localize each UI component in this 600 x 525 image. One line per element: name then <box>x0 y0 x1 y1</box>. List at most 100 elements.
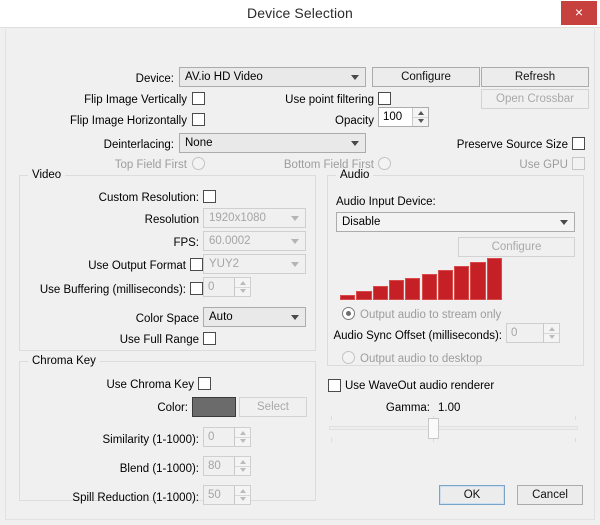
chroma-select-button: Select <box>239 397 307 417</box>
device-label: Device: <box>66 72 174 86</box>
chevron-down-icon <box>291 216 299 221</box>
audio-sync-offset-value: 0 <box>511 326 517 341</box>
blend-stepper: 80 <box>203 456 251 476</box>
color-space-select-value: Auto <box>209 310 233 325</box>
opacity-label: Opacity <box>276 114 374 128</box>
cancel-button[interactable]: Cancel <box>517 485 583 505</box>
audio-input-device-label: Audio Input Device: <box>336 195 436 209</box>
blend-decrement-icon <box>235 466 250 475</box>
fps-select: 60.0002 <box>203 231 306 251</box>
spill-increment-icon <box>235 486 250 495</box>
audio-level-bar <box>405 278 420 300</box>
chroma-color-swatch[interactable] <box>192 397 236 417</box>
chevron-down-icon <box>560 220 568 225</box>
resolution-label: Resolution <box>86 213 199 227</box>
use-point-filtering-label: Use point filtering <box>206 93 374 107</box>
buffering-decrement-icon <box>235 287 250 296</box>
close-button[interactable]: × <box>561 1 597 25</box>
slider-tick <box>575 416 576 420</box>
custom-resolution-checkbox[interactable] <box>203 190 216 203</box>
similarity-stepper: 0 <box>203 427 251 447</box>
device-select[interactable]: AV.io HD Video <box>179 67 366 87</box>
audio-level-bar <box>438 270 453 300</box>
resolution-select-value: 1920x1080 <box>209 211 266 226</box>
similarity-increment-icon <box>235 428 250 437</box>
radio-selected-dot <box>346 311 351 316</box>
dialog-body: Device: AV.io HD Video Configure Refresh… <box>5 29 595 520</box>
slider-tick <box>575 438 576 442</box>
blend-stepper-buttons <box>234 457 250 475</box>
slider-tick <box>331 438 332 442</box>
waveout-renderer-label: Use WaveOut audio renderer <box>345 379 494 393</box>
opacity-decrement-icon[interactable] <box>413 117 428 126</box>
audio-level-bar <box>373 286 388 300</box>
color-space-select[interactable]: Auto <box>203 307 306 327</box>
audio-level-bar <box>356 291 371 300</box>
opacity-stepper[interactable]: 100 <box>378 107 429 127</box>
chroma-key-group-title: Chroma Key <box>28 354 100 368</box>
similarity-value: 0 <box>208 430 214 445</box>
spill-reduction-label: Spill Reduction (1-1000): <box>46 491 199 505</box>
similarity-label: Similarity (1-1000): <box>66 433 199 447</box>
output-desktop-label: Output audio to desktop <box>360 352 482 366</box>
buffering-value: 0 <box>208 280 214 295</box>
waveout-renderer-checkbox[interactable] <box>328 379 341 392</box>
deinterlacing-label: Deinterlacing: <box>66 138 174 152</box>
bottom-field-first-radio <box>378 157 391 170</box>
use-full-range-checkbox[interactable] <box>203 332 216 345</box>
audio-level-bar <box>454 266 469 300</box>
top-field-first-radio <box>192 157 205 170</box>
title-bar: Device Selection × <box>0 0 600 28</box>
opacity-increment-icon[interactable] <box>413 108 428 117</box>
flip-vertically-checkbox[interactable] <box>192 92 205 105</box>
output-format-select-value: YUY2 <box>209 257 239 272</box>
audio-level-meter <box>340 267 502 300</box>
similarity-stepper-buttons <box>234 428 250 446</box>
fps-label: FPS: <box>96 236 199 250</box>
chevron-down-icon <box>291 315 299 320</box>
use-point-filtering-checkbox[interactable] <box>378 92 391 105</box>
audio-level-bar <box>340 295 355 300</box>
audio-group-title: Audio <box>336 168 373 182</box>
preserve-source-size-checkbox[interactable] <box>572 137 585 150</box>
preserve-source-size-label: Preserve Source Size <box>436 138 568 152</box>
use-output-format-checkbox[interactable] <box>190 258 203 271</box>
chevron-down-icon <box>351 75 359 80</box>
use-buffering-label: Use Buffering (milliseconds): <box>36 283 186 297</box>
device-selection-dialog: Device Selection × Device: AV.io HD Vide… <box>0 0 600 525</box>
refresh-button[interactable]: Refresh <box>481 67 589 87</box>
configure-button[interactable]: Configure <box>372 67 480 87</box>
buffering-stepper: 0 <box>203 277 251 297</box>
flip-horizontally-checkbox[interactable] <box>192 113 205 126</box>
open-crossbar-button: Open Crossbar <box>481 89 589 109</box>
output-stream-only-radio[interactable] <box>342 307 355 320</box>
opacity-value: 100 <box>383 110 402 125</box>
device-select-value: AV.io HD Video <box>185 70 263 85</box>
blend-increment-icon <box>235 457 250 466</box>
deinterlacing-select[interactable]: None <box>179 133 366 153</box>
audio-configure-button: Configure <box>458 237 575 257</box>
audio-input-device-select[interactable]: Disable <box>336 212 575 232</box>
gamma-slider[interactable] <box>329 415 578 443</box>
ok-button[interactable]: OK <box>439 485 505 505</box>
gamma-slider-track[interactable] <box>329 426 578 430</box>
chevron-down-icon <box>291 262 299 267</box>
window-title: Device Selection <box>0 5 600 21</box>
use-gpu-checkbox <box>572 157 585 170</box>
use-full-range-label: Use Full Range <box>86 333 199 347</box>
output-format-select: YUY2 <box>203 254 306 274</box>
close-icon: × <box>561 4 597 20</box>
use-buffering-checkbox[interactable] <box>190 282 203 295</box>
chevron-down-icon <box>291 239 299 244</box>
spill-decrement-icon <box>235 495 250 504</box>
slider-tick <box>331 416 332 420</box>
audio-level-bar <box>487 258 502 300</box>
flip-vertically-label: Flip Image Vertically <box>46 93 187 107</box>
resolution-select: 1920x1080 <box>203 208 306 228</box>
use-chroma-key-checkbox[interactable] <box>198 377 211 390</box>
gamma-label: Gamma: <box>366 401 430 415</box>
video-group-title: Video <box>28 168 65 182</box>
gamma-slider-thumb[interactable] <box>428 418 439 439</box>
color-space-label: Color Space <box>86 312 199 326</box>
opacity-stepper-buttons[interactable] <box>412 108 428 126</box>
